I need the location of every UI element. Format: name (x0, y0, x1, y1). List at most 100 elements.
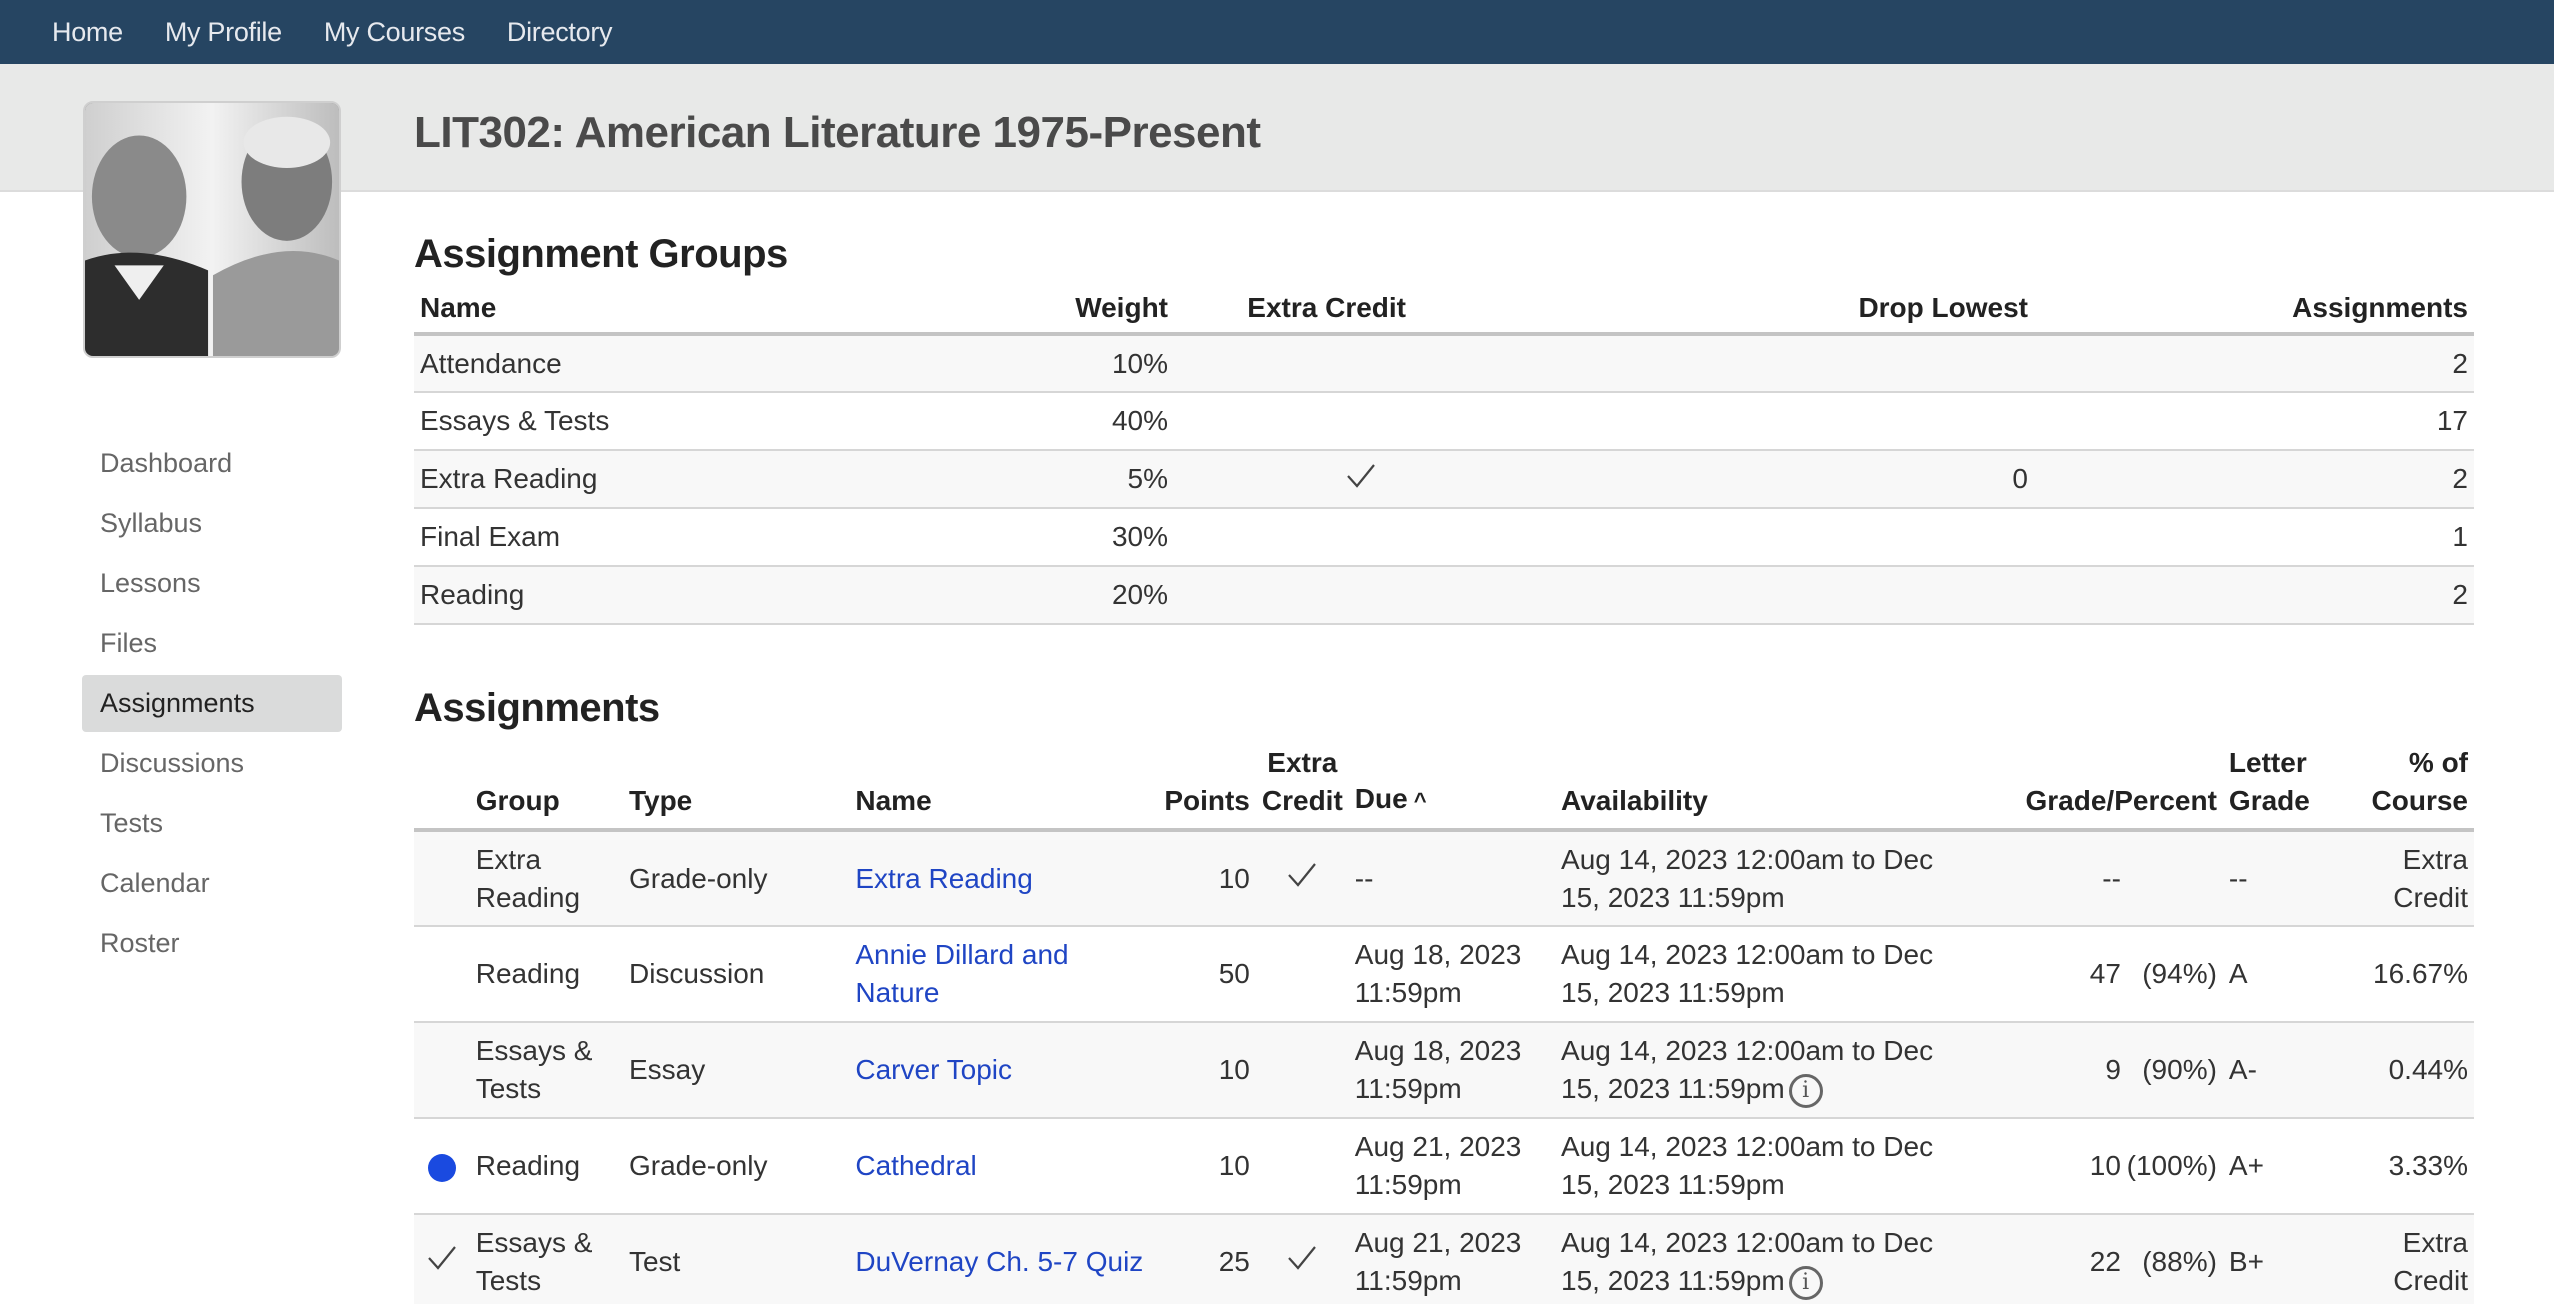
col-grade-percent[interactable]: Grade/Percent (1960, 744, 2223, 830)
assignment-type: Grade-only (628, 862, 768, 894)
assignment-name-cell: Annie Dillard and Nature (849, 926, 1156, 1022)
sidebar-item-discussions[interactable]: Discussions (82, 735, 342, 792)
assignment-grade-percent: 22 (88%) (1960, 1214, 2223, 1304)
assignment-grade: -- (2102, 862, 2121, 894)
assignment-grade-percent: 9 (90%) (1960, 1022, 2223, 1118)
assignment-row: Essays & Tests Test DuVernay Ch. 5-7 Quiz 2… (414, 1214, 2474, 1304)
assignment-group: Extra Reading (475, 843, 581, 913)
group-name: Final Exam (420, 521, 561, 552)
top-nav: Home My Profile My Courses Directory (0, 0, 2554, 64)
assignment-due: Aug 21, 2023 11:59pm (1354, 1131, 1522, 1200)
assignment-grade-percent: 10 (100%) (1960, 1118, 2223, 1214)
course-title: LIT302: American Literature 1975-Present (414, 108, 1261, 157)
nav-my-profile[interactable]: My Profile (165, 17, 282, 48)
group-assignment-count: 17 (2436, 405, 2468, 436)
assignment-extra-credit (1256, 1118, 1349, 1214)
sidebar-item-files[interactable]: Files (82, 615, 342, 672)
col-assignments: Assignments (2292, 292, 2468, 323)
assignment-name-cell: Extra Reading (849, 830, 1156, 926)
col-extra-credit[interactable]: Extra Credit (1256, 744, 1349, 830)
assignment-link[interactable]: Cathedral (855, 1150, 976, 1181)
checkmark-icon (1346, 463, 1376, 495)
assignment-availability: Aug 14, 2023 12:00am to Dec 15, 2023 11:… (1561, 939, 1934, 1008)
col-status (414, 744, 470, 830)
group-weight: 40% (1111, 405, 1168, 436)
col-points[interactable]: Points (1156, 744, 1256, 830)
assignments-table: Group Type Name Points Extra Credit Due ^ … (414, 744, 2474, 1304)
assignment-letter-grade: -- (2228, 862, 2248, 894)
group-extra-credit (1174, 566, 1474, 624)
group-name: Attendance (420, 347, 562, 379)
col-type[interactable]: Type (623, 744, 849, 830)
group-weight: 10% (1111, 347, 1168, 379)
nav-my-courses[interactable]: My Courses (324, 17, 465, 48)
col-due[interactable]: Due ^ (1349, 744, 1555, 830)
assignment-grade-percent: 47 (94%) (1960, 926, 2223, 1022)
group-extra-credit (1174, 392, 1474, 450)
sidebar-item-calendar[interactable]: Calendar (82, 855, 342, 912)
assignment-row: Essays & Tests Essay Carver Topic 10 Aug 18,… (414, 1022, 2474, 1118)
col-letter-line1: Letter (2228, 747, 2307, 778)
sidebar-item-lessons[interactable]: Lessons (82, 555, 342, 612)
sidebar-item-dashboard[interactable]: Dashboard (82, 435, 342, 492)
sidebar-item-assignments[interactable]: Assignments (82, 675, 342, 732)
assignment-grade-percent: -- (1960, 830, 2223, 926)
assignment-type: Discussion (628, 958, 765, 989)
assignment-link[interactable]: DuVernay Ch. 5-7 Quiz (855, 1246, 1143, 1277)
assignment-due: Aug 18, 2023 11:59pm (1354, 1035, 1522, 1104)
assignment-group: Essays & Tests (475, 1035, 593, 1104)
assignment-link[interactable]: Extra Reading (855, 863, 1032, 894)
course-image (83, 101, 341, 358)
assignment-link[interactable]: Carver Topic (855, 1054, 1012, 1085)
checkmark-icon (1287, 1246, 1317, 1277)
group-assignment-count: 1 (2452, 521, 2468, 552)
group-extra-credit (1174, 450, 1474, 508)
col-letter-grade[interactable]: Letter Grade (2223, 744, 2339, 830)
assignment-availability-cell: Aug 14, 2023 12:00am to Dec 15, 2023 11:… (1555, 1022, 1960, 1118)
assignment-status (414, 1214, 470, 1304)
group-weight: 5% (1127, 463, 1168, 494)
assignment-groups-heading: Assignment Groups (414, 232, 788, 276)
assignment-letter-grade: A+ (2228, 1150, 2264, 1181)
info-icon[interactable]: i (1788, 1265, 1823, 1300)
col-extra-credit: Extra Credit (1247, 292, 1406, 323)
group-weight: 20% (1111, 579, 1168, 610)
assignment-group: Reading (475, 1150, 581, 1181)
assignment-due: Aug 18, 2023 11:59pm (1354, 939, 1522, 1008)
col-availability[interactable]: Availability (1555, 744, 1960, 830)
col-extra-credit-line2: Credit (1261, 785, 1343, 816)
col-course-pct-line1: % of (2408, 747, 2468, 778)
assignment-availability: Aug 14, 2023 12:00am to Dec 15, 2023 11:… (1561, 843, 1934, 913)
assignment-grade: 22 (2089, 1246, 2121, 1277)
col-due-label: Due (1354, 783, 1408, 814)
assignment-availability-cell: Aug 14, 2023 12:00am to Dec 15, 2023 11:… (1555, 830, 1960, 926)
col-drop-lowest: Drop Lowest (1858, 292, 2028, 323)
info-icon[interactable]: i (1788, 1073, 1823, 1108)
sidebar-item-roster[interactable]: Roster (82, 915, 342, 972)
assignment-percent-of-course: Extra Credit (2393, 843, 2468, 913)
col-weight: Weight (1075, 292, 1168, 323)
assignment-type: Test (628, 1246, 681, 1277)
sidebar-item-syllabus[interactable]: Syllabus (82, 495, 342, 552)
assignment-groups-table: Name Weight Extra Credit Drop Lowest Ass… (414, 284, 2474, 625)
assignment-name-cell: Carver Topic (849, 1022, 1156, 1118)
col-letter-line2: Grade (2228, 785, 2310, 816)
group-drop-lowest (1474, 392, 2034, 450)
col-name[interactable]: Name (849, 744, 1156, 830)
col-group[interactable]: Group (470, 744, 623, 830)
assignment-link[interactable]: Annie Dillard and Nature (855, 939, 1068, 1008)
assignment-grade: 47 (2089, 958, 2121, 989)
assignment-availability: Aug 14, 2023 12:00am to Dec 15, 2023 11:… (1561, 1227, 1934, 1296)
group-row: Essays & Tests 40% 17 (414, 392, 2474, 450)
groups-header-row: Name Weight Extra Credit Drop Lowest Ass… (414, 284, 2474, 334)
assignment-grade: 9 (2105, 1054, 2121, 1085)
checkmark-icon (1287, 862, 1317, 894)
nav-directory[interactable]: Directory (507, 17, 613, 48)
sidebar-item-tests[interactable]: Tests (82, 795, 342, 852)
group-name: Essays & Tests (420, 405, 610, 436)
nav-home[interactable]: Home (52, 17, 123, 48)
assignment-status (414, 1118, 470, 1214)
assignment-letter-grade: A (2228, 958, 2248, 989)
col-percent-of-course[interactable]: % of Course (2338, 744, 2474, 830)
assignment-group: Reading (475, 958, 581, 989)
